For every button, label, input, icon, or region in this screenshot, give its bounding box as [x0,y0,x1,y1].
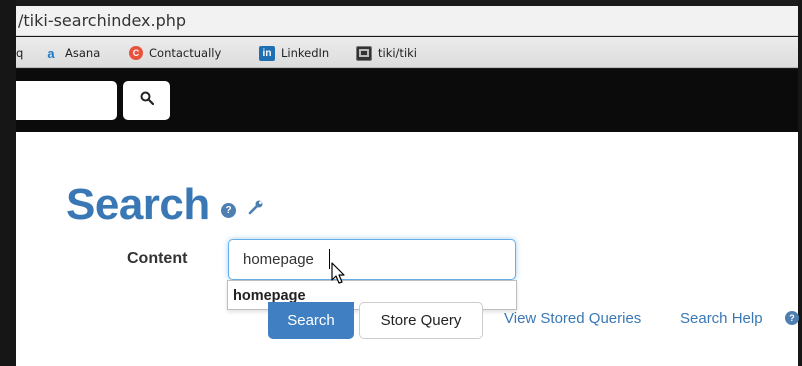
bookmark-label: LinkedIn [281,46,330,60]
page-title: Search [66,180,210,229]
contactually-icon: C [129,46,143,60]
help-icon[interactable]: ? [221,203,236,218]
url-text: /tiki-searchindex.php [18,11,187,30]
store-query-button[interactable]: Store Query [359,302,483,339]
wrench-icon[interactable] [248,199,264,220]
mouse-pointer-icon [331,262,347,291]
content-search-field[interactable] [228,239,516,280]
navbar-search-input[interactable] [16,81,117,120]
text-caret [329,249,330,269]
window-edge-right [798,0,802,366]
magnifier-icon [140,91,154,110]
page-content: Search ? Content homepage Search Store Q… [16,132,799,366]
search-button[interactable]: Search [268,302,354,339]
site-navbar [16,69,798,132]
navbar-search-button[interactable] [123,81,170,120]
tiki-icon [356,45,372,61]
bookmark-tiki[interactable]: tiki/tiki [356,45,417,61]
bookmark-contactually[interactable]: C Contactually [129,45,221,61]
window-edge-left [0,0,16,366]
search-help-icon[interactable]: ? [785,311,799,325]
view-stored-queries-link[interactable]: View Stored Queries [504,310,641,327]
bookmark-linkedin[interactable]: in LinkedIn [259,45,329,61]
bookmarks-bar: q a Asana C Contactually in LinkedIn tik… [16,37,798,68]
content-label: Content [127,250,188,267]
bookmark-label: q [16,46,24,60]
bookmark-asana[interactable]: a Asana [43,45,100,61]
bookmark-partial[interactable]: q [16,45,23,61]
bookmark-label: tiki/tiki [378,46,417,60]
address-bar[interactable]: /tiki-searchindex.php [16,6,798,36]
bookmark-label: Contactually [149,46,222,60]
search-help-link[interactable]: Search Help [680,310,763,327]
linkedin-icon: in [259,45,275,61]
bookmark-label: Asana [65,46,101,60]
asana-icon: a [47,45,55,61]
